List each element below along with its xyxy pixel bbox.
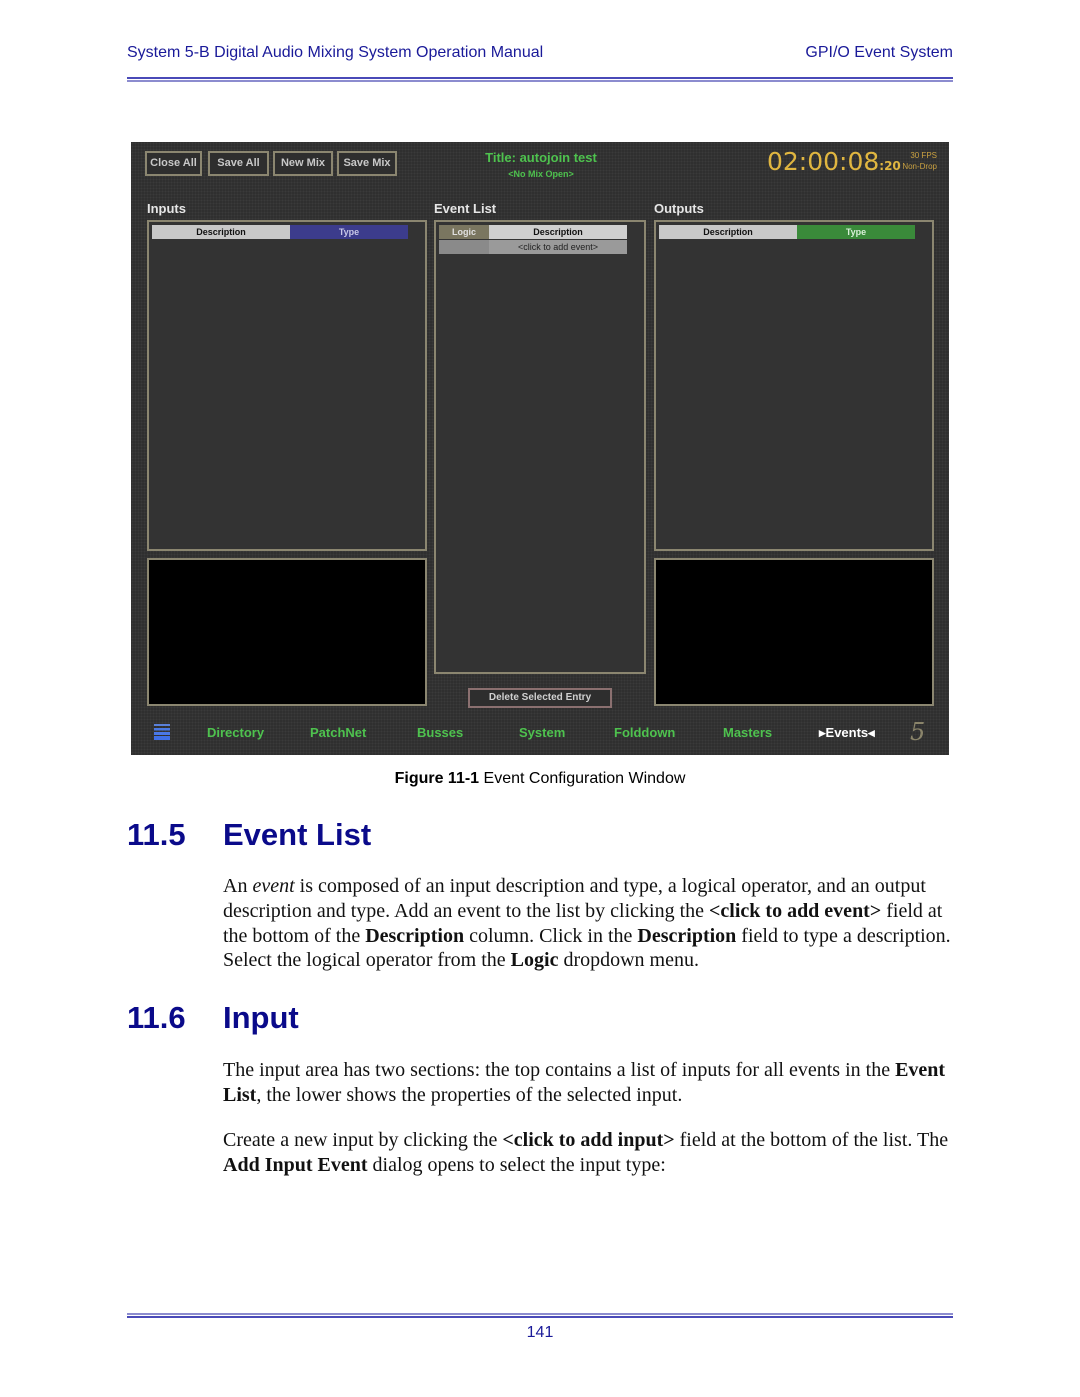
- nav-events-label: Events: [825, 725, 869, 740]
- mix-title: Title: autojoin test: [485, 150, 597, 165]
- frame-rate: 30 FPS Non-Drop: [901, 150, 937, 172]
- event-list-label: Event List: [434, 201, 497, 216]
- page-header-right: GPI/O Event System: [805, 44, 953, 61]
- ui-term: Description: [365, 924, 465, 947]
- ui-term: <click to add input>: [502, 1129, 675, 1151]
- emphasis: event: [252, 875, 295, 897]
- text: column. Click in the: [464, 924, 638, 947]
- frame-mode: Non-Drop: [902, 162, 937, 171]
- save-all-button[interactable]: Save All: [208, 151, 269, 176]
- text: field at the bottom of the list. The: [674, 1129, 949, 1151]
- nav-masters[interactable]: Masters: [723, 725, 772, 740]
- mix-status: <No Mix Open>: [508, 169, 574, 179]
- logic-header[interactable]: Logic: [439, 225, 489, 239]
- paragraph-event-list: An event is composed of an input descrip…: [223, 874, 958, 973]
- footer-rule: [127, 1313, 953, 1318]
- figure-caption: Figure 11-1 Event Configuration Window: [0, 770, 1080, 788]
- timecode-frames: :20: [879, 159, 901, 173]
- ui-term: <click to add event>: [709, 899, 882, 922]
- add-event-logic-cell[interactable]: [439, 240, 489, 254]
- delete-selected-entry-button[interactable]: Delete Selected Entry: [468, 688, 612, 708]
- outputs-type-header[interactable]: Type: [797, 225, 915, 239]
- timecode-display: 02:00:08:20: [767, 147, 901, 176]
- system5-logo-icon: 5: [910, 718, 926, 746]
- section-title: Input: [223, 1000, 299, 1035]
- section-title: Event List: [223, 817, 372, 852]
- text: The input area has two sections: the top…: [223, 1059, 896, 1081]
- figure-label: Figure 11-1: [394, 770, 480, 787]
- inputs-label: Inputs: [147, 201, 186, 216]
- close-all-button[interactable]: Close All: [145, 151, 202, 176]
- save-mix-button[interactable]: Save Mix: [337, 151, 397, 176]
- nav-patchnet[interactable]: PatchNet: [310, 725, 366, 740]
- text: Create a new input by clicking the: [223, 1129, 503, 1151]
- nav-busses[interactable]: Busses: [417, 725, 463, 740]
- new-mix-button[interactable]: New Mix: [273, 151, 333, 176]
- section-heading-11-6: 11.6 Input: [127, 1000, 299, 1036]
- output-properties-panel: [654, 558, 934, 706]
- event-configuration-window: Close All Save All New Mix Save Mix Titl…: [131, 142, 949, 755]
- paragraph-input-2: Create a new input by clicking the <clic…: [223, 1128, 958, 1178]
- frame-rate-value: 30 FPS: [910, 151, 937, 160]
- add-event-cell[interactable]: <click to add event>: [489, 240, 627, 254]
- nav-events[interactable]: ▸Events◂: [819, 725, 875, 741]
- page-header-left: System 5-B Digital Audio Mixing System O…: [127, 44, 544, 61]
- outputs-label: Outputs: [654, 201, 704, 216]
- paragraph-input-1: The input area has two sections: the top…: [223, 1058, 958, 1108]
- ui-term: Logic: [510, 949, 559, 972]
- ui-term: Add Input Event: [223, 1153, 368, 1176]
- event-list-panel[interactable]: Logic Description <click to add event>: [434, 220, 646, 674]
- nav-directory[interactable]: Directory: [207, 725, 264, 740]
- text: , the lower shows the properties of the …: [256, 1083, 683, 1106]
- inputs-list-panel[interactable]: Description Type: [147, 220, 427, 551]
- figure-text: Event Configuration Window: [479, 770, 686, 787]
- text: dropdown menu.: [558, 949, 699, 972]
- text: An: [223, 875, 253, 897]
- nav-folddown[interactable]: Folddown: [614, 725, 675, 740]
- inputs-description-header[interactable]: Description: [152, 225, 290, 239]
- outputs-list-panel[interactable]: Description Type: [654, 220, 934, 551]
- section-heading-11-5: 11.5 Event List: [127, 817, 371, 853]
- timecode-main: 02:00:08: [767, 147, 880, 176]
- section-number: 11.6: [127, 1000, 186, 1035]
- nav-system[interactable]: System: [519, 725, 565, 740]
- input-properties-panel: [147, 558, 427, 706]
- inputs-type-header[interactable]: Type: [290, 225, 408, 239]
- page-number: 141: [526, 1324, 554, 1341]
- event-description-header[interactable]: Description: [489, 225, 627, 239]
- active-right-arrow-icon: ◂: [868, 725, 875, 740]
- ui-term: Description: [637, 924, 737, 947]
- section-number: 11.5: [127, 817, 186, 852]
- text: dialog opens to select the input type:: [367, 1153, 666, 1176]
- menu-stack-icon[interactable]: [152, 722, 172, 742]
- outputs-description-header[interactable]: Description: [659, 225, 797, 239]
- header-rule: [127, 77, 953, 82]
